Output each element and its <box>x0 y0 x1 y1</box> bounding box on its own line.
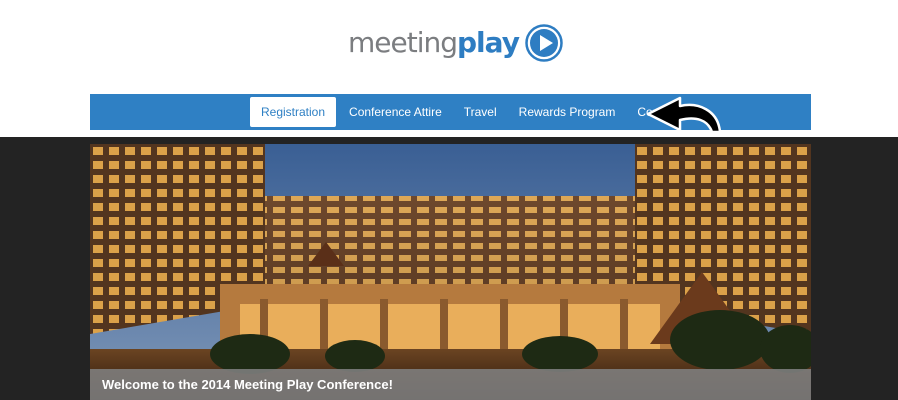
hero-banner: Welcome to the 2014 Meeting Play Confere… <box>90 144 811 400</box>
logo-word-meeting: meeting <box>348 26 458 59</box>
hotel-courtyard-photo <box>90 144 811 400</box>
nav-item-registration[interactable]: Registration <box>250 97 337 127</box>
meetingplay-logo[interactable]: meeting play <box>348 22 563 64</box>
nav-item-rewards-program[interactable]: Rewards Program <box>508 97 627 127</box>
play-circle-icon <box>525 24 563 62</box>
band-separator <box>0 130 898 137</box>
hero-caption: Welcome to the 2014 Meeting Play Confere… <box>102 377 393 392</box>
logo-word-play: play <box>457 26 520 59</box>
nav-items: Registration Conference Attire Travel Re… <box>250 97 690 127</box>
hero-caption-bar: Welcome to the 2014 Meeting Play Confere… <box>90 369 811 400</box>
nav-item-conference-attire[interactable]: Conference Attire <box>338 97 453 127</box>
nav-item-travel[interactable]: Travel <box>453 97 508 127</box>
curved-arrow-icon <box>646 96 722 134</box>
site-header: meeting play <box>0 0 898 94</box>
